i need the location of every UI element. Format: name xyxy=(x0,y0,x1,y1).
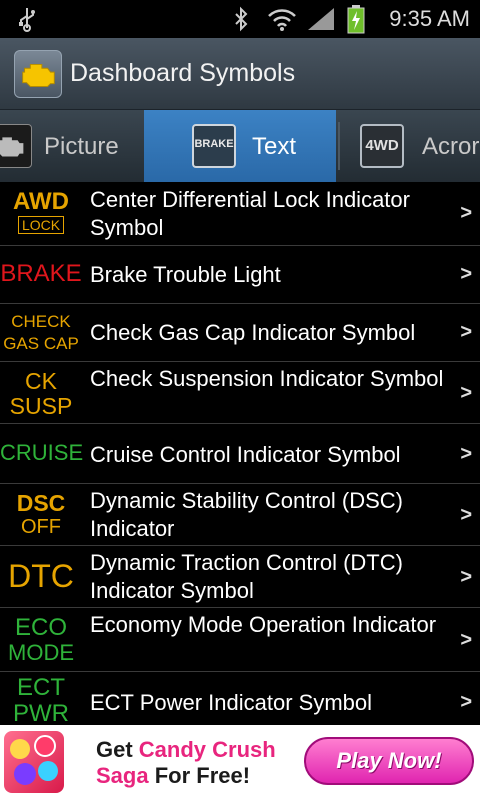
action-bar: Dashboard Symbols xyxy=(0,38,480,110)
ad-subline: Saga For Free! xyxy=(96,763,250,789)
list-item[interactable]: DTC Dynamic Traction Control (DTC) Indic… xyxy=(0,546,480,608)
chevron-right-icon: > xyxy=(460,566,472,588)
list-item[interactable]: CRUISE Cruise Control Indicator Symbol > xyxy=(0,424,480,484)
symbol-ect-pwr-icon: ECT PWR xyxy=(13,674,69,726)
list-item-label: Center Differential Lock Indicator Symbo… xyxy=(90,187,410,240)
tab-bar: Picture BRAKE Text 4WD Acror xyxy=(0,110,480,182)
symbol-dtc-icon: DTC xyxy=(8,558,74,594)
chevron-right-icon: > xyxy=(460,504,472,526)
symbol-ck-susp-icon: CK SUSP xyxy=(9,368,73,419)
list-item-label: Check Suspension Indicator Symbol xyxy=(90,366,444,391)
chevron-right-icon: > xyxy=(460,443,472,465)
list-item[interactable]: CK SUSP Check Suspension Indicator Symbo… xyxy=(0,362,480,424)
app-title: Dashboard Symbols xyxy=(70,59,296,87)
brake-text-icon-label: BRAKE xyxy=(194,138,234,150)
signal-icon xyxy=(308,8,334,30)
ad-banner[interactable]: Get Candy Crush Saga For Free! Play Now! xyxy=(0,725,480,800)
chevron-right-icon: > xyxy=(460,202,472,224)
list-item-label: Brake Trouble Light xyxy=(90,262,281,287)
chevron-right-icon: > xyxy=(460,691,472,713)
chevron-right-icon: > xyxy=(460,321,472,343)
bluetooth-icon xyxy=(235,6,248,32)
tab-text-label: Text xyxy=(252,133,297,160)
status-bar: 9:35 AM xyxy=(0,0,480,38)
list-item-label: Economy Mode Operation Indicator xyxy=(90,612,437,637)
symbol-awd-lock-icon: AWD LOCK xyxy=(13,188,69,234)
candy-crush-icon xyxy=(4,731,64,793)
symbol-brake-icon: BRAKE xyxy=(0,260,82,287)
list-item[interactable]: ECT PWR ECT Power Indicator Symbol > xyxy=(0,672,480,726)
4wd-text-icon: 4WD xyxy=(360,124,404,168)
symbol-dsc-off-icon: DSC OFF xyxy=(16,490,66,538)
tab-picture-label: Picture xyxy=(44,133,119,160)
tab-acronym-label: Acror xyxy=(422,133,480,160)
list-item[interactable]: CHECK GAS CAP Check Gas Cap Indicator Sy… xyxy=(0,304,480,362)
list-item-label: Dynamic Stability Control (DSC) Indicato… xyxy=(90,488,403,541)
chevron-right-icon: > xyxy=(460,629,472,651)
symbol-check-gas-cap-icon: CHECK GAS CAP xyxy=(3,312,79,353)
wifi-icon xyxy=(268,9,296,31)
chevron-right-icon: > xyxy=(460,263,472,285)
battery-charging-icon xyxy=(347,5,365,34)
tab-text[interactable]: BRAKE Text xyxy=(144,110,336,182)
list-item[interactable]: ECO MODE Economy Mode Operation Indicato… xyxy=(0,608,480,672)
list-item[interactable]: BRAKE Brake Trouble Light > xyxy=(0,246,480,304)
ad-headline: Get Candy Crush xyxy=(96,737,276,763)
ad-headline-highlight: Candy Crush xyxy=(138,737,276,762)
list-item[interactable]: DSC OFF Dynamic Stability Control (DSC) … xyxy=(0,484,480,546)
ad-subline-rest: For Free! xyxy=(148,763,251,788)
ad-headline-prefix: Get xyxy=(96,737,139,762)
list-item-label: Check Gas Cap Indicator Symbol xyxy=(90,320,416,345)
symbol-cruise-icon: CRUISE xyxy=(0,440,84,465)
chevron-right-icon: > xyxy=(460,382,472,404)
usb-icon xyxy=(19,8,35,32)
engine-check-icon xyxy=(14,50,62,98)
engine-picture-icon xyxy=(0,124,32,168)
4wd-text-icon-label: 4WD xyxy=(365,137,399,154)
list-item-label: Dynamic Traction Control (DTC) Indicator… xyxy=(90,550,403,603)
ad-subline-highlight: Saga xyxy=(96,763,149,788)
tab-acronym[interactable]: 4WD Acror xyxy=(336,110,480,182)
clock: 9:35 AM xyxy=(389,6,470,31)
list-item-label: ECT Power Indicator Symbol xyxy=(90,690,373,715)
list-item[interactable]: AWD LOCK Center Differential Lock Indica… xyxy=(0,182,480,246)
symbol-list[interactable]: AWD LOCK Center Differential Lock Indica… xyxy=(0,182,480,725)
list-item-label: Cruise Control Indicator Symbol xyxy=(90,442,401,467)
symbol-eco-mode-icon: ECO MODE xyxy=(8,614,74,665)
tab-picture[interactable]: Picture xyxy=(0,110,144,182)
brake-text-icon: BRAKE xyxy=(192,124,236,168)
play-now-button[interactable]: Play Now! xyxy=(304,737,474,785)
